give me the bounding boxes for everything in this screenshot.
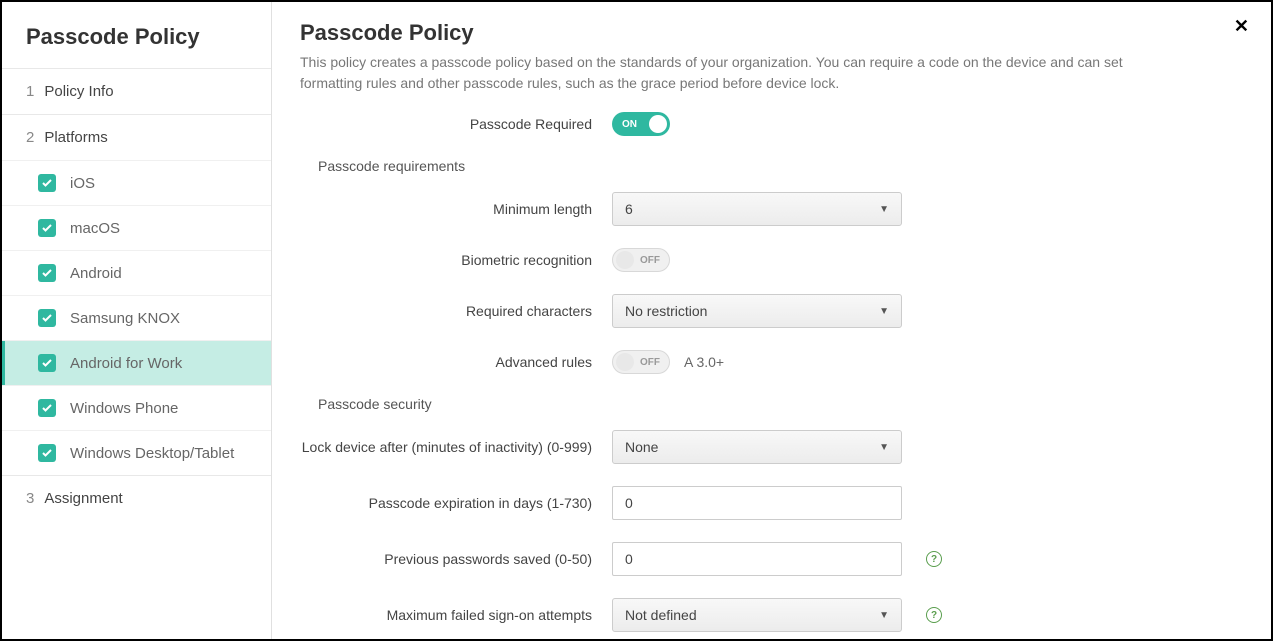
expiration-input[interactable] <box>612 486 902 520</box>
sidebar-title: Passcode Policy <box>2 2 271 68</box>
toggle-knob <box>616 251 634 269</box>
advanced-rules-toggle[interactable]: OFF <box>612 350 670 374</box>
sidebar: Passcode Policy 1 Policy Info 2 Platform… <box>2 2 272 639</box>
step-number: 2 <box>26 129 34 146</box>
checkbox-icon[interactable] <box>38 264 56 282</box>
passcode-required-toggle[interactable]: ON <box>612 112 670 136</box>
toggle-off-text: OFF <box>640 357 660 368</box>
max-failed-label: Maximum failed sign-on attempts <box>300 607 612 623</box>
step-label: Platforms <box>44 129 107 146</box>
checkbox-icon[interactable] <box>38 309 56 327</box>
previous-pw-input[interactable] <box>612 542 902 576</box>
page-description: This policy creates a passcode policy ba… <box>300 52 1180 94</box>
chevron-down-icon: ▼ <box>879 442 889 453</box>
chevron-down-icon: ▼ <box>879 204 889 215</box>
min-length-label: Minimum length <box>300 201 612 217</box>
select-value: No restriction <box>625 303 707 319</box>
advanced-rules-label: Advanced rules <box>300 354 612 370</box>
platform-android-for-work[interactable]: Android for Work <box>2 340 271 385</box>
platform-label: macOS <box>70 220 120 237</box>
select-value: None <box>625 439 658 455</box>
biometric-toggle[interactable]: OFF <box>612 248 670 272</box>
platform-label: iOS <box>70 175 95 192</box>
previous-pw-label: Previous passwords saved (0-50) <box>300 551 612 567</box>
platform-label: Android <box>70 265 122 282</box>
expiration-label: Passcode expiration in days (1-730) <box>300 495 612 511</box>
select-value: Not defined <box>625 607 697 623</box>
passcode-required-label: Passcode Required <box>300 116 612 132</box>
chevron-down-icon: ▼ <box>879 306 889 317</box>
advanced-rules-hint: A 3.0+ <box>684 354 724 370</box>
help-icon[interactable]: ? <box>926 607 942 623</box>
lock-device-select[interactable]: None ▼ <box>612 430 902 464</box>
nav-step-policy-info[interactable]: 1 Policy Info <box>2 68 271 114</box>
close-icon[interactable]: ✕ <box>1234 16 1249 37</box>
select-value: 6 <box>625 201 633 217</box>
checkbox-icon[interactable] <box>38 354 56 372</box>
platform-label: Samsung KNOX <box>70 310 180 327</box>
platform-label: Windows Phone <box>70 400 178 417</box>
checkbox-icon[interactable] <box>38 399 56 417</box>
toggle-off-text: OFF <box>640 255 660 266</box>
toggle-knob <box>649 115 667 133</box>
section-requirements: Passcode requirements <box>318 158 1241 174</box>
toggle-on-text: ON <box>622 119 637 130</box>
platform-macos[interactable]: macOS <box>2 205 271 250</box>
toggle-knob <box>616 353 634 371</box>
platform-label: Windows Desktop/Tablet <box>70 445 234 462</box>
help-icon[interactable]: ? <box>926 551 942 567</box>
platform-ios[interactable]: iOS <box>2 160 271 205</box>
required-chars-label: Required characters <box>300 303 612 319</box>
checkbox-icon[interactable] <box>38 219 56 237</box>
platform-windows-phone[interactable]: Windows Phone <box>2 385 271 430</box>
platform-samsung-knox[interactable]: Samsung KNOX <box>2 295 271 340</box>
platform-windows-desktop-tablet[interactable]: Windows Desktop/Tablet <box>2 430 271 475</box>
step-label: Assignment <box>44 490 122 507</box>
step-number: 1 <box>26 83 34 100</box>
checkbox-icon[interactable] <box>38 444 56 462</box>
nav-step-assignment[interactable]: 3 Assignment <box>2 475 271 521</box>
main-panel: ✕ Passcode Policy This policy creates a … <box>272 2 1271 639</box>
min-length-select[interactable]: 6 ▼ <box>612 192 902 226</box>
platform-android[interactable]: Android <box>2 250 271 295</box>
checkbox-icon[interactable] <box>38 174 56 192</box>
biometric-label: Biometric recognition <box>300 252 612 268</box>
max-failed-select[interactable]: Not defined ▼ <box>612 598 902 632</box>
required-chars-select[interactable]: No restriction ▼ <box>612 294 902 328</box>
step-label: Policy Info <box>44 83 113 100</box>
section-security: Passcode security <box>318 396 1241 412</box>
platform-label: Android for Work <box>70 355 182 372</box>
page-title: Passcode Policy <box>300 20 1241 46</box>
chevron-down-icon: ▼ <box>879 610 889 621</box>
nav-step-platforms[interactable]: 2 Platforms <box>2 114 271 160</box>
step-number: 3 <box>26 490 34 507</box>
lock-device-label: Lock device after (minutes of inactivity… <box>300 439 612 455</box>
